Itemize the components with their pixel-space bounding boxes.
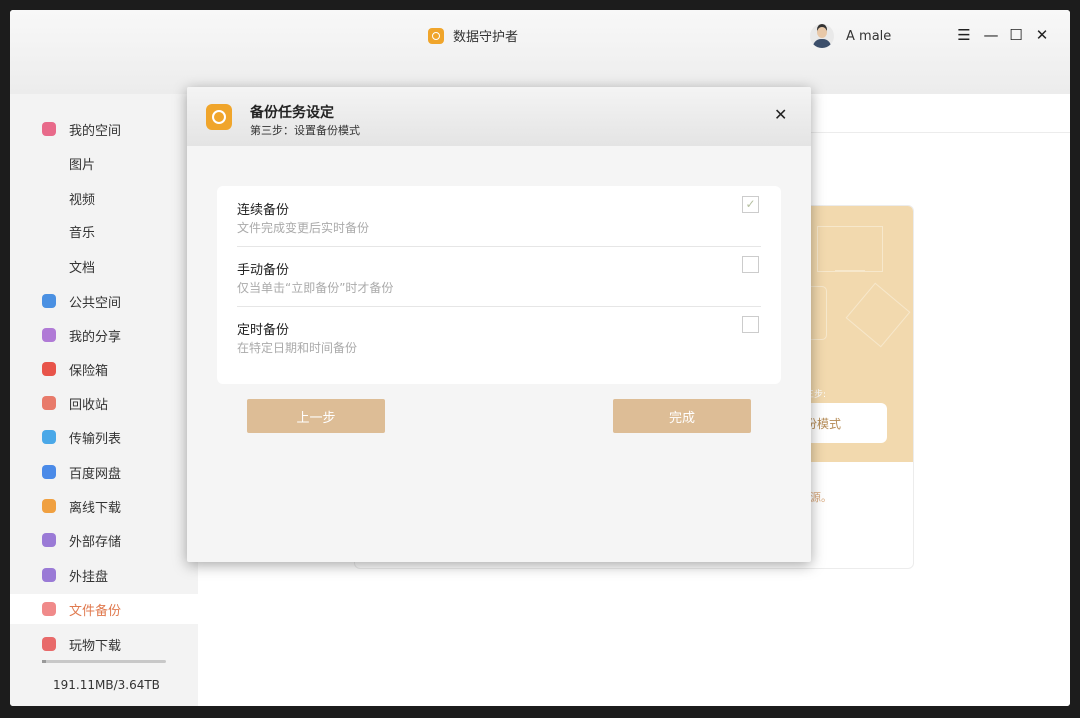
sidebar-item-label: 传输列表 xyxy=(69,431,122,447)
back-button[interactable]: 上一步 xyxy=(247,399,385,433)
option-description: 仅当单击“立即备份”时才备份 xyxy=(237,281,394,295)
backup-task-dialog: 备份任务设定 第三步：设置备份模式 ✕ 连续备份 文件完成变更后实时备份 ✓ 手… xyxy=(187,87,811,562)
minimize-icon[interactable]: — xyxy=(983,26,999,44)
user-name: A male xyxy=(846,28,892,44)
option-continuous-backup[interactable]: 连续备份 文件完成变更后实时备份 ✓ xyxy=(237,186,761,246)
sidebar-item-label: 我的分享 xyxy=(69,329,122,345)
download-icon xyxy=(42,499,56,513)
sidebar-item-my-share[interactable]: 我的分享 xyxy=(10,320,198,350)
sidebar-item-transfer-list[interactable]: 传输列表 xyxy=(10,422,198,452)
option-title: 连续备份 xyxy=(237,203,290,218)
watermark-logo-icon: 值 xyxy=(912,676,940,705)
sidebar-item-label: 视频 xyxy=(69,192,96,208)
sidebar-item-trash[interactable]: 回收站 xyxy=(10,388,198,418)
backup-mode-options: 连续备份 文件完成变更后实时备份 ✓ 手动备份 仅当单击“立即备份”时才备份 定… xyxy=(217,186,781,384)
sidebar-item-label: 公共空间 xyxy=(69,295,122,311)
user-account[interactable]: A male xyxy=(810,24,891,48)
monitor-illustration xyxy=(817,226,883,272)
app-title-text: 数据守护者 xyxy=(453,30,519,45)
checkmark-icon: ✓ xyxy=(745,197,756,211)
close-icon[interactable]: ✕ xyxy=(774,105,787,124)
option-description: 文件完成变更后实时备份 xyxy=(237,221,370,235)
storage-progress-bar xyxy=(42,660,166,663)
baidu-icon xyxy=(42,465,56,479)
sidebar: 我的空间 图片 视频 音乐 文档 公共空间 我的分享 保险箱 回收站 传输列表 … xyxy=(10,94,198,706)
monitor-stand-illustration xyxy=(835,270,865,272)
sidebar-item-label: 百度网盘 xyxy=(69,466,122,482)
sidebar-item-public-space[interactable]: 公共空间 xyxy=(10,286,198,316)
storage-progress-fill xyxy=(42,660,46,663)
sidebar-item-label: 我的空间 xyxy=(69,123,122,139)
share-icon xyxy=(42,328,56,342)
maximize-icon[interactable]: ☐ xyxy=(1008,26,1024,44)
sidebar-item-label: 音乐 xyxy=(69,225,96,241)
sidebar-item-my-space[interactable]: 我的空间 xyxy=(10,114,198,144)
external-storage-icon xyxy=(42,533,56,547)
sidebar-item-label: 外挂盘 xyxy=(69,569,109,585)
option-checkbox[interactable]: ✓ xyxy=(742,196,759,213)
app-window: 数据守护者 A male ☰ — ☐ ✕ 我的空间 图片 视频 音乐 文档 公共… xyxy=(10,10,1070,706)
close-window-icon[interactable]: ✕ xyxy=(1034,26,1050,44)
safe-icon xyxy=(42,362,56,376)
sidebar-item-label: 回收站 xyxy=(69,397,109,413)
sidebar-item-label: 玩物下载 xyxy=(69,638,122,654)
option-scheduled-backup[interactable]: 定时备份 在特定日期和时间备份 xyxy=(237,306,761,366)
sidebar-item-label: 保险箱 xyxy=(69,363,109,379)
avatar[interactable] xyxy=(810,24,834,48)
mounted-disk-icon xyxy=(42,568,56,582)
wanwu-icon xyxy=(42,637,56,651)
sidebar-item-file-backup[interactable]: 文件备份 xyxy=(10,594,198,624)
dialog-title: 备份任务设定 xyxy=(250,105,334,121)
sidebar-item-safe[interactable]: 保险箱 xyxy=(10,354,198,384)
sidebar-item-label: 图片 xyxy=(69,157,96,173)
watermark-text: 什么值得买 xyxy=(948,680,1048,704)
sidebar-item-label: 外部存储 xyxy=(69,534,122,550)
sidebar-item-mounted-disk[interactable]: 外挂盘 xyxy=(10,560,198,590)
app-logo-icon xyxy=(206,104,232,130)
title-bar: 数据守护者 A male ☰ — ☐ ✕ xyxy=(10,10,1070,94)
sidebar-item-label: 文件备份 xyxy=(69,603,122,619)
my-space-icon xyxy=(42,122,56,136)
menu-icon[interactable]: ☰ xyxy=(956,26,972,44)
app-logo-icon xyxy=(428,27,444,44)
sidebar-item-offline-download[interactable]: 离线下载 xyxy=(10,491,198,521)
watermark: 值 什么值得买 xyxy=(912,676,1048,705)
sidebar-item-wanwu-download[interactable]: 玩物下载 xyxy=(10,629,198,659)
tablet-illustration xyxy=(845,282,911,348)
app-title: 数据守护者 xyxy=(428,26,518,45)
public-space-icon xyxy=(42,294,56,308)
storage-usage: 191.11MB/3.64TB xyxy=(53,678,160,692)
option-manual-backup[interactable]: 手动备份 仅当单击“立即备份”时才备份 xyxy=(237,246,761,306)
sidebar-item-baidu-netdisk[interactable]: 百度网盘 xyxy=(10,457,198,487)
option-checkbox[interactable] xyxy=(742,256,759,273)
finish-button[interactable]: 完成 xyxy=(613,399,751,433)
backup-icon xyxy=(42,602,56,616)
option-checkbox[interactable] xyxy=(742,316,759,333)
option-title: 手动备份 xyxy=(237,263,290,278)
transfer-icon xyxy=(42,430,56,444)
sidebar-item-label: 文档 xyxy=(69,260,96,276)
dialog-header: 备份任务设定 第三步：设置备份模式 ✕ xyxy=(187,87,811,146)
option-description: 在特定日期和时间备份 xyxy=(237,341,358,355)
trash-icon xyxy=(42,396,56,410)
dialog-subtitle: 第三步：设置备份模式 xyxy=(250,124,360,137)
sidebar-item-external-storage[interactable]: 外部存储 xyxy=(10,525,198,555)
sidebar-item-label: 离线下载 xyxy=(69,500,122,516)
option-title: 定时备份 xyxy=(237,323,290,338)
